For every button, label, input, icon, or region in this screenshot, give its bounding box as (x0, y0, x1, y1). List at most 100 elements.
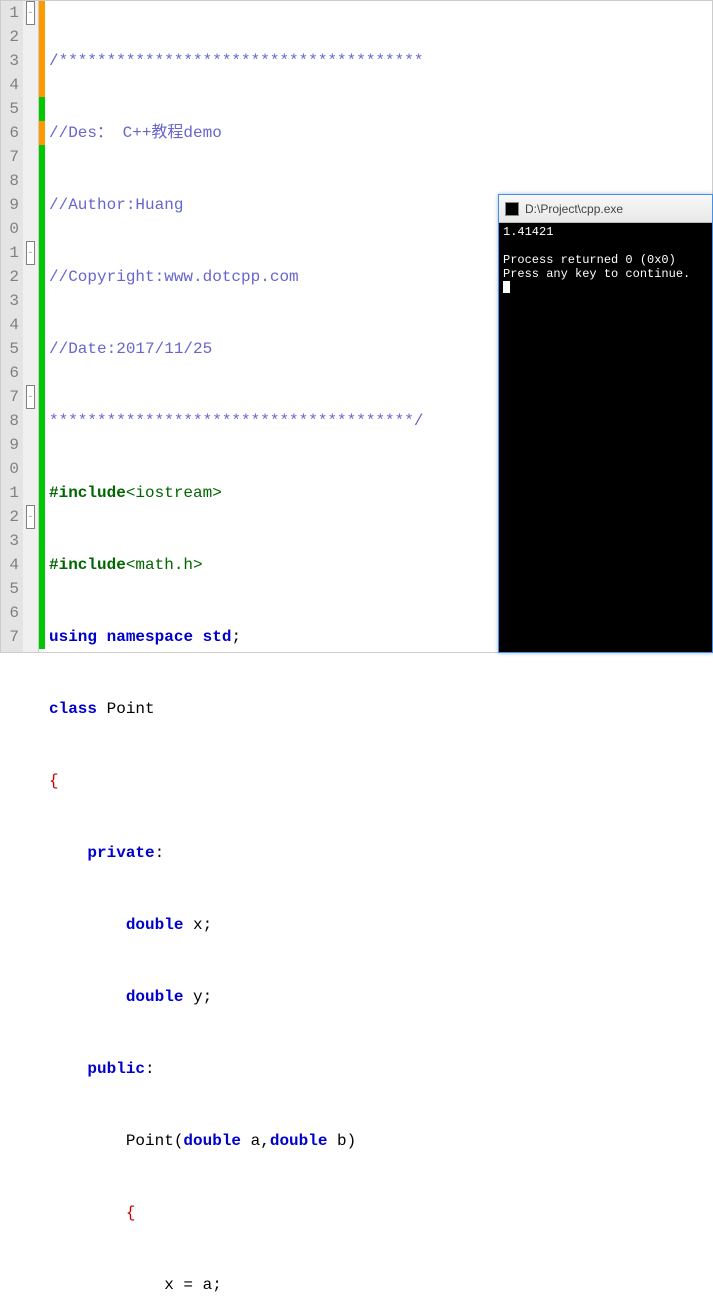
fold-column: - - - - (23, 1, 39, 652)
line-number: 8 (1, 409, 19, 433)
line-number: 1 (1, 1, 19, 25)
line-number: 5 (1, 577, 19, 601)
console-window[interactable]: D:\Project\cpp.exe 1.41421 Process retur… (498, 194, 713, 653)
console-line: 1.41421 (503, 225, 553, 239)
console-cursor (503, 281, 510, 293)
console-icon (505, 202, 519, 216)
line-number: 7 (1, 625, 19, 649)
console-output: 1.41421 Process returned 0 (0x0) Press a… (499, 223, 712, 652)
line-number: 4 (1, 313, 19, 337)
comment-line: //Copyright:www.dotcpp.com (49, 268, 299, 286)
line-number: 2 (1, 265, 19, 289)
brace: { (49, 1204, 135, 1222)
punct: : (155, 844, 165, 862)
console-line: Process returned 0 (0x0) (503, 253, 676, 267)
fold-cell (23, 145, 38, 169)
fold-cell (23, 337, 38, 361)
comment-line: /************************************** (49, 52, 423, 70)
fold-cell (23, 49, 38, 73)
comment-line: //Des： C++教程demo (49, 124, 222, 142)
keyword: public (87, 1060, 145, 1078)
fold-cell (23, 625, 38, 649)
indent (49, 844, 87, 862)
fold-cell (23, 313, 38, 337)
fold-toggle-icon[interactable]: - (26, 1, 35, 25)
fold-cell (23, 265, 38, 289)
indent (49, 916, 126, 934)
fold-cell (23, 121, 38, 145)
fold-cell (23, 169, 38, 193)
keyword: using (49, 628, 97, 646)
line-number: 9 (1, 193, 19, 217)
class-name: Point (97, 700, 155, 718)
comment-line: //Date:2017/11/25 (49, 340, 212, 358)
keyword: namespace (107, 628, 193, 646)
console-titlebar[interactable]: D:\Project\cpp.exe (499, 195, 712, 223)
var-decl: x; (183, 916, 212, 934)
fold-cell (23, 73, 38, 97)
fold-cell (23, 481, 38, 505)
line-number: 4 (1, 553, 19, 577)
line-number: 3 (1, 289, 19, 313)
brace: { (49, 772, 59, 790)
type: double (126, 916, 184, 934)
fold-cell (23, 361, 38, 385)
var-decl: y; (183, 988, 212, 1006)
type: double (183, 1132, 241, 1150)
fold-cell: - (23, 385, 38, 409)
line-number: 0 (1, 457, 19, 481)
line-number: 5 (1, 337, 19, 361)
line-number-gutter: 123456789012345678901234567 (1, 1, 23, 652)
include-target: <iostream> (126, 484, 222, 502)
fold-cell (23, 97, 38, 121)
fold-toggle-icon[interactable]: - (26, 505, 35, 529)
line-number: 7 (1, 145, 19, 169)
fold-cell (23, 217, 38, 241)
indent (49, 988, 126, 1006)
fold-toggle-icon[interactable]: - (26, 385, 35, 409)
fold-cell (23, 433, 38, 457)
line-number: 5 (1, 97, 19, 121)
identifier: std (203, 628, 232, 646)
line-number: 3 (1, 49, 19, 73)
param: b) (327, 1132, 356, 1150)
fold-cell (23, 529, 38, 553)
line-number: 6 (1, 121, 19, 145)
keyword: private (87, 844, 154, 862)
fold-cell (23, 409, 38, 433)
preproc: #include (49, 556, 126, 574)
line-number: 6 (1, 361, 19, 385)
console-title-text: D:\Project\cpp.exe (525, 202, 623, 216)
fold-cell (23, 553, 38, 577)
fold-toggle-icon[interactable]: - (26, 241, 35, 265)
param: a, (241, 1132, 270, 1150)
fold-cell (23, 25, 38, 49)
fold-cell (23, 577, 38, 601)
punct: : (145, 1060, 155, 1078)
stmt: x = a; (49, 1276, 222, 1294)
line-number: 4 (1, 73, 19, 97)
fold-cell (23, 457, 38, 481)
fold-cell (23, 193, 38, 217)
fold-cell: - (23, 505, 38, 529)
preproc: #include (49, 484, 126, 502)
ctor: Point( (49, 1132, 183, 1150)
line-number: 2 (1, 25, 19, 49)
comment-line: //Author:Huang (49, 196, 183, 214)
line-number: 2 (1, 505, 19, 529)
fold-cell: - (23, 241, 38, 265)
line-number: 6 (1, 601, 19, 625)
comment-line: **************************************/ (49, 412, 423, 430)
line-number: 1 (1, 481, 19, 505)
line-number: 7 (1, 385, 19, 409)
console-line: Press any key to continue. (503, 267, 690, 281)
indent (49, 1060, 87, 1078)
fold-cell: - (23, 1, 38, 25)
line-number: 8 (1, 169, 19, 193)
keyword: class (49, 700, 97, 718)
fold-cell (23, 601, 38, 625)
type: double (126, 988, 184, 1006)
line-number: 9 (1, 433, 19, 457)
include-target: <math.h> (126, 556, 203, 574)
fold-cell (23, 289, 38, 313)
